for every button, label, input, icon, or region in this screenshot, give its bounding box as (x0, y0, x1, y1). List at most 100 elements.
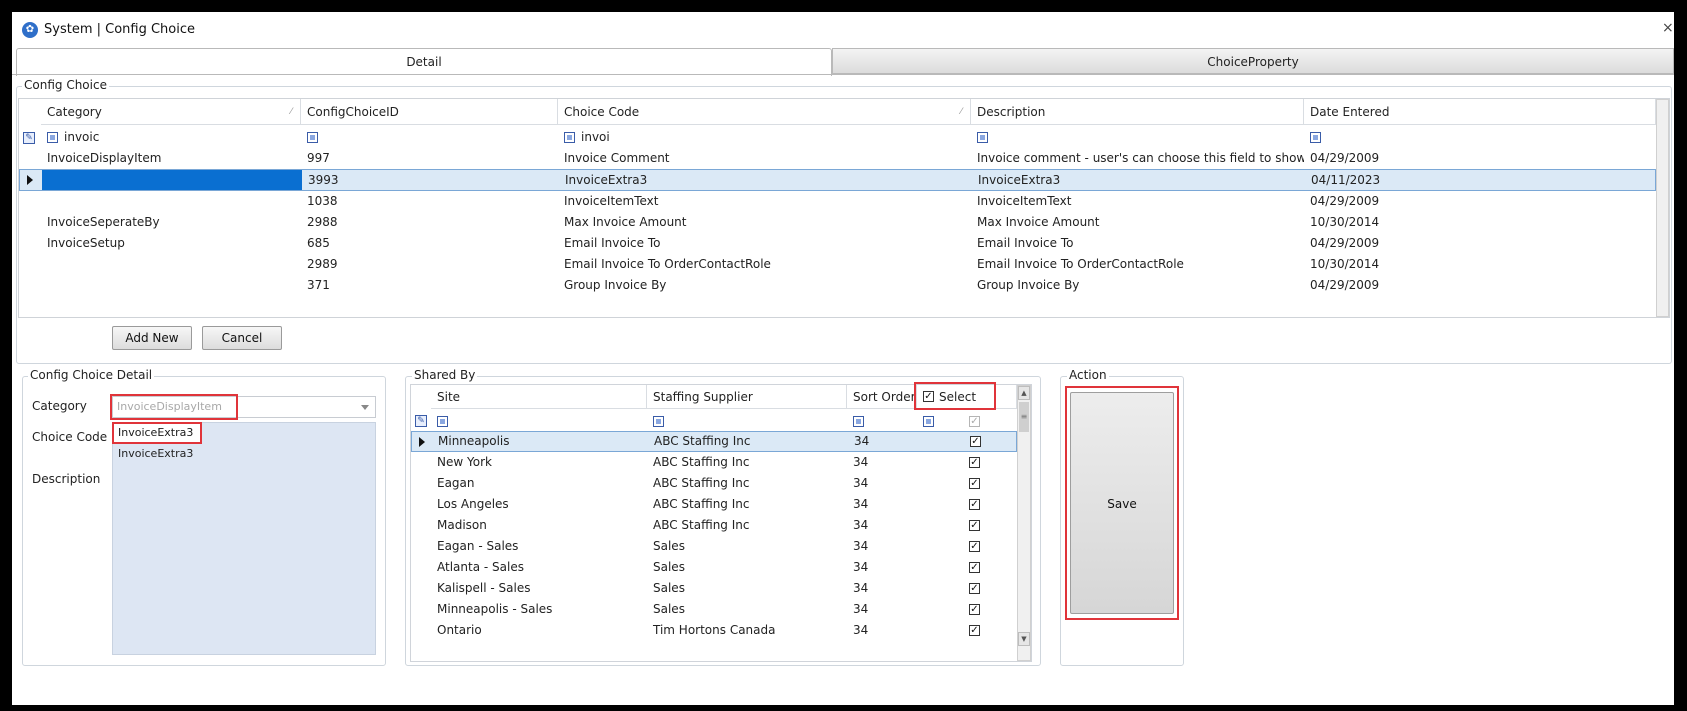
sort-indicator-icon: ⁄ (290, 107, 292, 117)
tab-choiceproperty[interactable]: ChoiceProperty (832, 48, 1674, 74)
cancel-button[interactable]: Cancel (202, 326, 282, 350)
row-select-checkbox[interactable]: ✓ (969, 499, 980, 510)
grid-vertical-scrollbar[interactable] (1656, 99, 1669, 317)
filter-operator-icon[interactable] (47, 132, 58, 143)
cell-site: Ontario (437, 623, 482, 637)
cell-description: Group Invoice By (977, 278, 1080, 292)
cell-category (41, 275, 301, 296)
filter-site[interactable] (431, 411, 647, 432)
row-select-checkbox[interactable]: ✓ (970, 436, 981, 447)
cell-site: Madison (437, 518, 487, 532)
add-new-button[interactable]: Add New (112, 326, 192, 350)
table-row[interactable]: Atlanta - Sales Sales 34 ✓ (411, 557, 1017, 578)
filter-description[interactable] (971, 127, 1304, 148)
scroll-down-icon[interactable]: ▼ (1018, 632, 1030, 646)
filter-choice-code[interactable]: invoi (558, 127, 971, 148)
cell-category (41, 191, 301, 212)
row-select-checkbox[interactable]: ✓ (969, 604, 980, 615)
row-select-checkbox[interactable]: ✓ (969, 457, 980, 468)
table-row-selected[interactable]: Minneapolis ABC Staffing Inc 34 ✓ (411, 431, 1017, 452)
cell-id: 2989 (307, 257, 338, 271)
table-row[interactable]: 2989 Email Invoice To OrderContactRole E… (19, 254, 1656, 275)
col-header-date-entered[interactable]: Date Entered (1304, 99, 1656, 125)
col-header-staffing-supplier[interactable]: Staffing Supplier (647, 385, 847, 409)
annotation-highlight-save (1065, 386, 1179, 620)
category-label: Category (32, 399, 87, 413)
description-label: Description (32, 472, 101, 486)
row-select-checkbox[interactable]: ✓ (969, 562, 980, 573)
table-row[interactable]: Eagan - Sales Sales 34 ✓ (411, 536, 1017, 557)
shared-by-vertical-scrollbar[interactable]: ▲ ≡ ▼ (1017, 385, 1031, 661)
filter-supplier[interactable] (647, 411, 847, 432)
filter-operator-icon[interactable] (653, 416, 664, 427)
filter-operator-icon[interactable] (1310, 132, 1321, 143)
cell-description: Invoice comment - user's can choose this… (977, 151, 1304, 165)
description-textarea[interactable]: InvoiceExtra3 (118, 447, 193, 460)
filter-operator-icon[interactable] (564, 132, 575, 143)
config-choice-window: ✿ System | Config Choice × Detail Choice… (12, 12, 1674, 705)
cell-id: 371 (307, 278, 330, 292)
tab-divider (12, 74, 1674, 75)
cell-date: 04/29/2009 (1310, 278, 1380, 292)
scroll-up-icon[interactable]: ▲ (1018, 386, 1030, 400)
row-select-checkbox[interactable]: ✓ (969, 520, 980, 531)
edit-filter-icon[interactable]: ✎ (23, 132, 35, 144)
edit-filter-icon[interactable]: ✎ (415, 415, 427, 427)
cell-site: New York (437, 455, 492, 469)
row-select-checkbox[interactable]: ✓ (969, 478, 980, 489)
filter-configchoiceid[interactable] (301, 127, 558, 148)
table-row-selected[interactable]: 3993 InvoiceExtra3 InvoiceExtra3 04/11/2… (19, 169, 1656, 191)
col-header-site[interactable]: Site (431, 385, 647, 409)
cell-supplier: ABC Staffing Inc (653, 497, 750, 511)
chevron-down-icon[interactable] (361, 405, 369, 410)
cell-date: 10/30/2014 (1310, 215, 1380, 229)
filter-operator-icon[interactable] (307, 132, 318, 143)
cell-sort-order: 34 (853, 497, 869, 511)
filter-operator-icon[interactable] (977, 132, 988, 143)
col-header-sort-order[interactable]: Sort Order (847, 385, 917, 409)
table-row[interactable]: InvoiceSetup 685 Email Invoice To Email … (19, 233, 1656, 254)
row-select-checkbox[interactable]: ✓ (969, 541, 980, 552)
cell-category (41, 254, 301, 275)
table-row[interactable]: 1038 InvoiceItemText InvoiceItemText 04/… (19, 191, 1656, 212)
filter-date-entered[interactable] (1304, 127, 1656, 148)
filter-select-checkbox[interactable]: ✓ (969, 416, 980, 427)
col-header-choice-code[interactable]: Choice Code ⁄ (558, 99, 971, 125)
table-row[interactable]: New York ABC Staffing Inc 34 ✓ (411, 452, 1017, 473)
choice-code-label: Choice Code (32, 430, 108, 444)
table-row[interactable]: 371 Group Invoice By Group Invoice By 04… (19, 275, 1656, 296)
table-row[interactable]: Ontario Tim Hortons Canada 34 ✓ (411, 620, 1017, 641)
scroll-thumb[interactable]: ≡ (1019, 402, 1029, 432)
tab-detail[interactable]: Detail (16, 48, 832, 76)
row-select-checkbox[interactable]: ✓ (969, 583, 980, 594)
row-select-checkbox[interactable]: ✓ (969, 625, 980, 636)
col-header-description[interactable]: Description (971, 99, 1304, 125)
filter-operator-icon[interactable] (923, 416, 934, 427)
cell-supplier: Sales (653, 602, 685, 616)
cell-sort-order: 34 (853, 539, 869, 553)
col-header-category[interactable]: Category ⁄ (41, 99, 301, 125)
filter-select-operator[interactable] (917, 411, 957, 432)
table-row[interactable]: Eagan ABC Staffing Inc 34 ✓ (411, 473, 1017, 494)
cell-category-selected[interactable] (42, 170, 302, 190)
table-row[interactable]: Los Angeles ABC Staffing Inc 34 ✓ (411, 494, 1017, 515)
table-row[interactable]: Madison ABC Staffing Inc 34 ✓ (411, 515, 1017, 536)
table-row[interactable]: InvoiceSeperateBy 2988 Max Invoice Amoun… (19, 212, 1656, 233)
filter-operator-icon[interactable] (437, 416, 448, 427)
filter-category[interactable]: invoic (41, 127, 301, 148)
filter-operator-icon[interactable] (853, 416, 864, 427)
title-bar (12, 12, 1674, 46)
table-row[interactable]: InvoiceDisplayItem 997 Invoice Comment I… (19, 148, 1656, 169)
table-row[interactable]: Minneapolis - Sales Sales 34 ✓ (411, 599, 1017, 620)
current-row-indicator-icon (419, 437, 425, 447)
shared-by-group-label: Shared By (412, 368, 478, 382)
filter-sort-order[interactable] (847, 411, 917, 432)
close-icon[interactable]: × (1662, 20, 1674, 36)
col-header-configchoiceid[interactable]: ConfigChoiceID (301, 99, 558, 125)
cell-site: Minneapolis - Sales (437, 602, 553, 616)
cell-description: InvoiceItemText (977, 194, 1072, 208)
cell-sort-order: 34 (853, 476, 869, 490)
cell-description: Email Invoice To (977, 236, 1074, 250)
table-row[interactable]: Kalispell - Sales Sales 34 ✓ (411, 578, 1017, 599)
cell-id: 997 (307, 151, 330, 165)
